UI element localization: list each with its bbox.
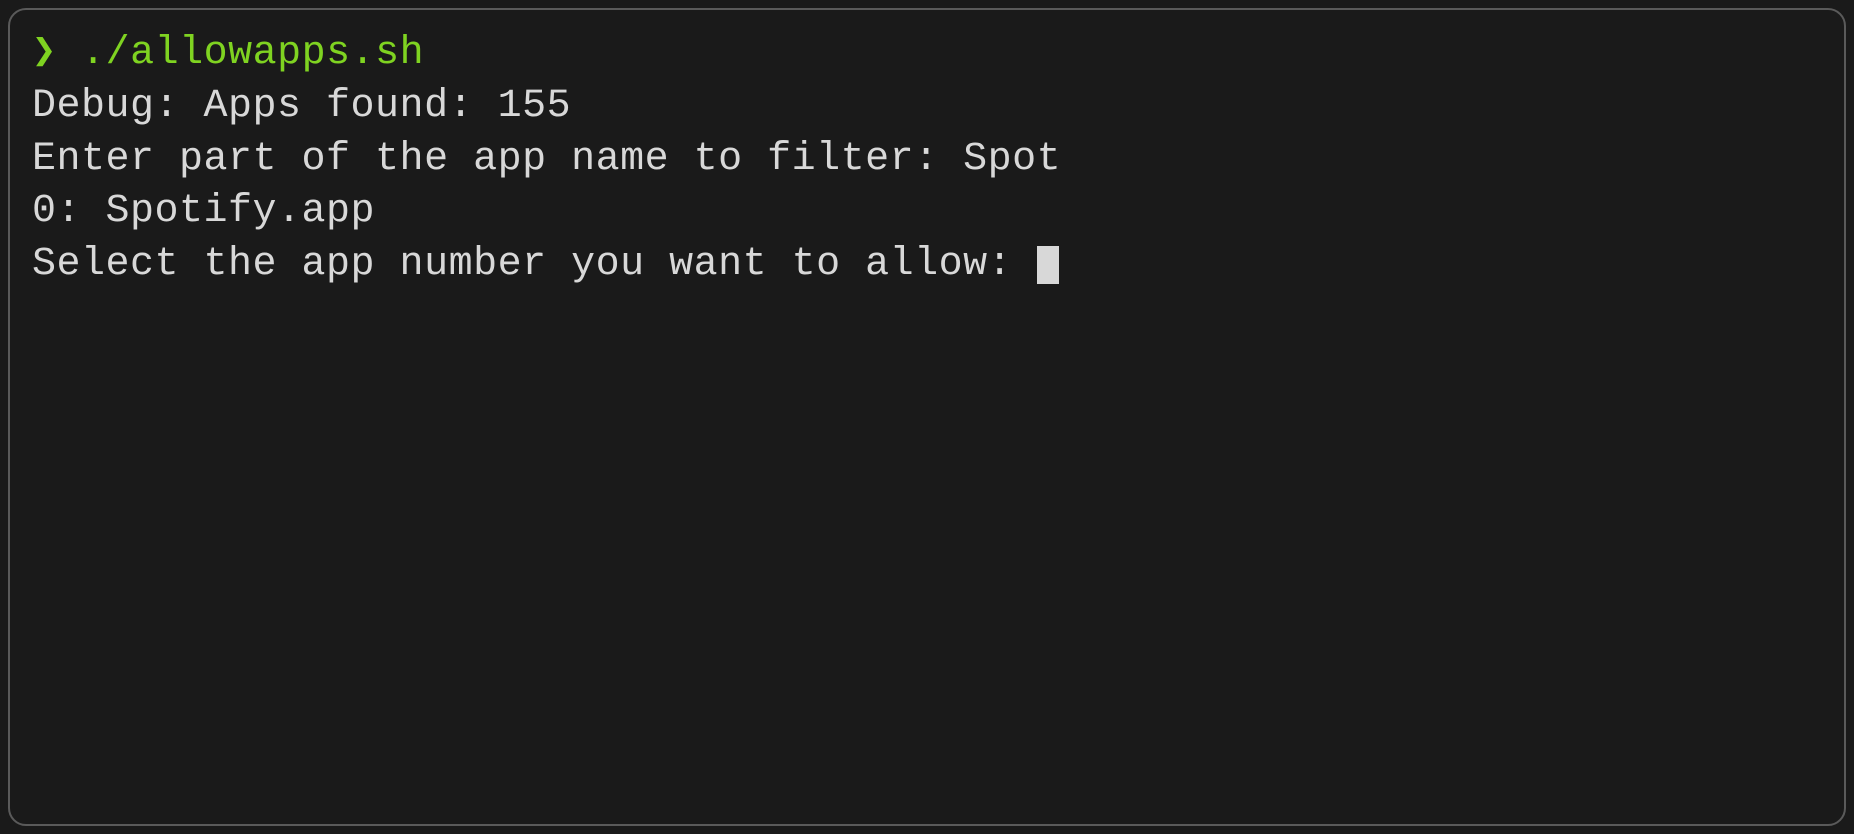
cursor-icon[interactable] (1037, 246, 1059, 284)
filter-input-value: Spot (963, 137, 1061, 182)
select-prompt-label: Select the app number you want to allow: (32, 242, 1037, 287)
output-select-line: Select the app number you want to allow: (32, 239, 1822, 292)
prompt-line: ❯ ./allowapps.sh (32, 28, 1822, 81)
output-filter-line: Enter part of the app name to filter: Sp… (32, 134, 1822, 187)
filter-prompt-label: Enter part of the app name to filter: (32, 137, 963, 182)
output-debug: Debug: Apps found: 155 (32, 81, 1822, 134)
terminal-window[interactable]: ❯ ./allowapps.sh Debug: Apps found: 155 … (8, 8, 1846, 826)
command-text: ./allowapps.sh (81, 31, 424, 76)
prompt-symbol: ❯ (32, 31, 57, 76)
output-result-0: 0: Spotify.app (32, 186, 1822, 239)
